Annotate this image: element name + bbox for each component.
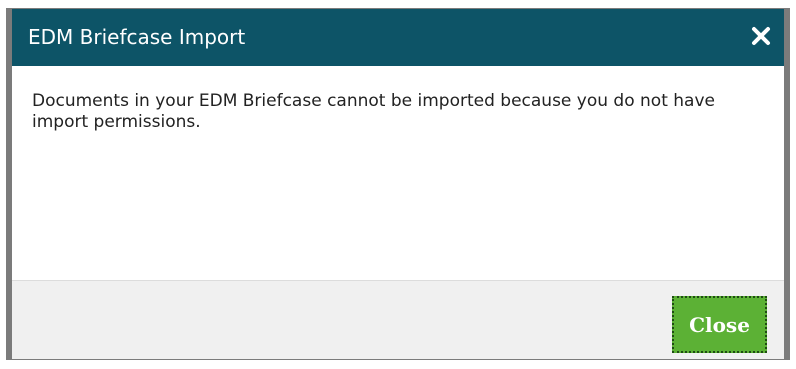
dialog-titlebar: EDM Briefcase Import (12, 9, 784, 66)
page-background: EDM Briefcase Import Documents in your E… (0, 0, 796, 369)
close-button[interactable]: Close (672, 296, 767, 353)
edm-briefcase-import-dialog: EDM Briefcase Import Documents in your E… (6, 8, 790, 360)
close-icon[interactable] (748, 23, 774, 49)
dialog-footer: Close (12, 280, 784, 359)
dialog-body: Documents in your EDM Briefcase cannot b… (12, 66, 784, 280)
dialog-message: Documents in your EDM Briefcase cannot b… (32, 91, 715, 132)
dialog-title: EDM Briefcase Import (28, 25, 246, 49)
